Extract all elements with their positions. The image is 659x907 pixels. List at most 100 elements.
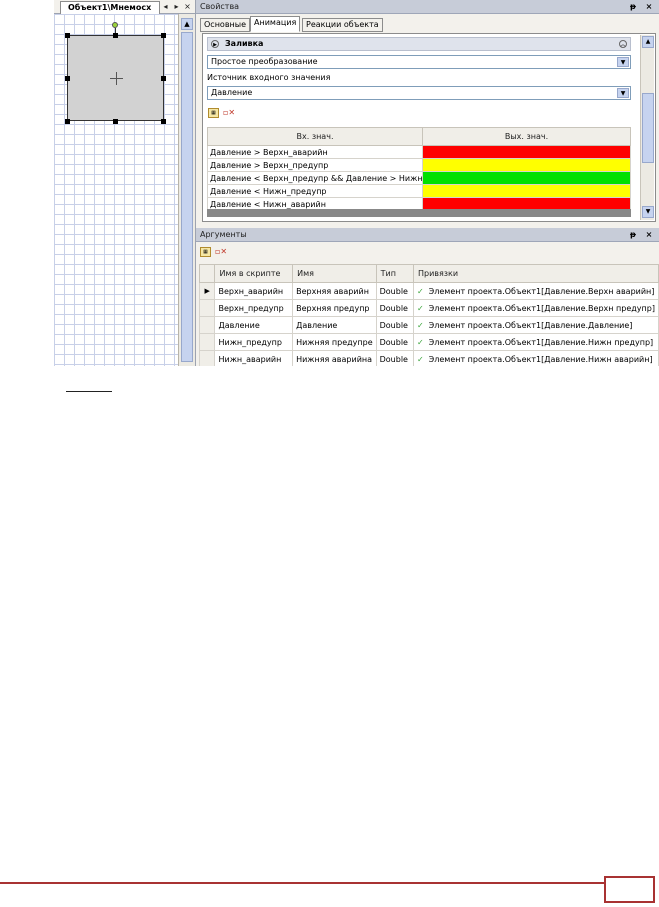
condition-cell[interactable]: Давление > Верхн_аварийн — [207, 145, 423, 159]
row-selector-header — [198, 264, 216, 283]
name-cell[interactable]: Нижняя аварийна — [292, 350, 377, 366]
animation-tab-body: ▶ Заливка ︽ Простое преобразование ▼ Ист… — [202, 33, 656, 222]
script-name-cell[interactable]: Верхн_аварийн — [214, 282, 294, 300]
name-cell[interactable]: Верхняя аварийн — [292, 282, 377, 300]
resize-handle[interactable] — [161, 76, 166, 81]
output-color-cell[interactable] — [422, 184, 631, 198]
condition-cell[interactable]: Давление > Верхн_предупр — [207, 158, 423, 172]
scrollbar-thumb[interactable] — [181, 32, 193, 362]
scrollbar-thumb[interactable] — [642, 93, 654, 163]
name-cell[interactable]: Давление — [292, 316, 377, 334]
row-selector[interactable] — [198, 299, 216, 317]
selected-rectangle-shape[interactable] — [67, 35, 164, 121]
add-argument-icon[interactable]: ▦ — [200, 247, 211, 257]
resize-handle[interactable] — [161, 119, 166, 124]
checkmark-icon: ✓ — [416, 320, 424, 330]
collapse-icon[interactable]: ︽ — [619, 40, 627, 48]
pin-icon[interactable]: ᵽ — [628, 1, 638, 13]
binding-text: Элемент проекта.Объект1[Давление.Нижн пр… — [428, 337, 654, 347]
document-tab[interactable]: Объект1\Мнемосх — [60, 1, 160, 14]
chevron-down-icon[interactable]: ▼ — [617, 88, 629, 98]
condition-cell[interactable]: Давление < Нижн_предупр — [207, 184, 423, 198]
app-screenshot: Объект1\Мнемосх ◂ ▸ × ▲ Свойства ᵽ × Осн… — [54, 0, 659, 366]
tab-object-reactions[interactable]: Реакции объекта — [302, 18, 383, 32]
transform-type-value: Простое преобразование — [211, 57, 318, 66]
condition-cell[interactable]: Давление < Верхн_предупр && Давление > Н… — [207, 171, 423, 185]
script-name-cell[interactable]: Верхн_предупр — [214, 299, 294, 317]
argument-row[interactable]: Нижн_предупр Нижняя предупре Double ✓ Элемен… — [198, 333, 659, 351]
col-header-name[interactable]: Имя — [292, 264, 377, 283]
table-horizontal-scrollbar[interactable] — [207, 209, 631, 217]
output-color-cell[interactable] — [422, 158, 631, 172]
delete-argument-icon[interactable]: ▫✕ — [215, 247, 227, 257]
name-cell[interactable]: Верхняя предупр — [292, 299, 377, 317]
properties-vertical-scrollbar[interactable]: ▲ ▼ — [640, 35, 654, 220]
tab-scroll-right-icon[interactable]: ▸ — [171, 1, 182, 13]
resize-handle[interactable] — [161, 33, 166, 38]
scroll-up-icon[interactable]: ▲ — [181, 18, 193, 30]
input-source-value: Давление — [211, 88, 253, 97]
name-cell[interactable]: Нижняя предупре — [292, 333, 377, 351]
binding-cell[interactable]: ✓ Элемент проекта.Объект1[Давление.Нижн п… — [412, 333, 659, 351]
resize-handle[interactable] — [65, 33, 70, 38]
scroll-up-icon[interactable]: ▲ — [642, 36, 654, 48]
designer-vertical-scrollbar[interactable]: ▲ — [178, 14, 195, 366]
tab-animation[interactable]: Анимация — [250, 16, 301, 32]
row-selector[interactable] — [198, 316, 216, 334]
type-cell[interactable]: Double — [375, 316, 414, 334]
argument-row[interactable]: ▶ Верхн_аварийн Верхняя аварийн Double ✓ Элем… — [198, 282, 659, 300]
pin-icon[interactable]: ᵽ — [628, 229, 638, 241]
checkmark-icon: ✓ — [416, 354, 424, 364]
type-cell[interactable]: Double — [375, 282, 414, 300]
animation-row[interactable]: Давление < Нижн_предупр — [207, 184, 631, 198]
col-header-script-name[interactable]: Имя в скрипте — [214, 264, 294, 283]
resize-handle[interactable] — [65, 119, 70, 124]
tab-basic[interactable]: Основные — [200, 18, 251, 32]
animation-row[interactable]: Давление < Верхн_предупр && Давление > Н… — [207, 171, 631, 185]
row-selector[interactable]: ▶ — [198, 282, 216, 300]
input-source-select[interactable]: Давление ▼ — [207, 86, 631, 100]
binding-text: Элемент проекта.Объект1[Давление.Верхн п… — [428, 303, 655, 313]
output-color-cell[interactable] — [422, 171, 631, 185]
resize-handle[interactable] — [113, 119, 118, 124]
argument-row[interactable]: Нижн_аварийн Нижняя аварийна Double ✓ Элемен… — [198, 350, 659, 366]
animation-row[interactable]: Давление > Верхн_аварийн — [207, 145, 631, 159]
col-header-bindings[interactable]: Привязки — [412, 264, 659, 283]
binding-cell[interactable]: ✓ Элемент проекта.Объект1[Давление.Верхн … — [412, 299, 659, 317]
delete-row-icon[interactable]: ▫✕ — [223, 108, 235, 118]
animation-row[interactable]: Давление > Верхн_предупр — [207, 158, 631, 172]
transform-type-select[interactable]: Простое преобразование ▼ — [207, 55, 631, 69]
type-cell[interactable]: Double — [375, 350, 414, 366]
resize-handle[interactable] — [113, 33, 118, 38]
properties-title: Свойства — [196, 0, 659, 14]
binding-cell[interactable]: ✓ Элемент проекта.Объект1[Давление.Давлен… — [412, 316, 659, 334]
arguments-panel: Аргументы ᵽ × ▦ ▫✕ Имя в скрипте Имя Тип… — [195, 228, 659, 366]
argument-row[interactable]: Давление Давление Double ✓ Элемент проекта.О… — [198, 316, 659, 334]
script-name-cell[interactable]: Нижн_предупр — [214, 333, 294, 351]
argument-row[interactable]: Верхн_предупр Верхняя предупр Double ✓ Элеме… — [198, 299, 659, 317]
fill-section-header[interactable]: ▶ Заливка ︽ — [207, 37, 631, 51]
row-selector[interactable] — [198, 333, 216, 351]
close-icon[interactable]: × — [644, 1, 654, 13]
row-selector[interactable] — [198, 350, 216, 366]
tab-close-icon[interactable]: × — [182, 1, 193, 13]
tab-scroll-left-icon[interactable]: ◂ — [160, 1, 171, 13]
scroll-down-icon[interactable]: ▼ — [642, 206, 654, 218]
binding-text: Элемент проекта.Объект1[Давление.Нижн ав… — [428, 354, 653, 364]
close-icon[interactable]: × — [644, 229, 654, 241]
binding-cell[interactable]: ✓ Элемент проекта.Объект1[Давление.Нижн а… — [412, 350, 659, 366]
col-header-input[interactable]: Вх. знач. — [207, 127, 423, 146]
page-number-box — [604, 876, 655, 903]
chevron-down-icon[interactable]: ▼ — [617, 57, 629, 67]
output-color-cell[interactable] — [422, 145, 631, 159]
add-row-icon[interactable]: ▦ — [208, 108, 219, 118]
arguments-table: Имя в скрипте Имя Тип Привязки ▶ Верхн_ав… — [198, 264, 659, 366]
script-name-cell[interactable]: Нижн_аварийн — [214, 350, 294, 366]
col-header-type[interactable]: Тип — [375, 264, 414, 283]
type-cell[interactable]: Double — [375, 299, 414, 317]
col-header-output[interactable]: Вых. знач. — [422, 127, 631, 146]
resize-handle[interactable] — [65, 76, 70, 81]
binding-cell[interactable]: ✓ Элемент проекта.Объект1[Давление.Верхн … — [412, 282, 659, 300]
type-cell[interactable]: Double — [375, 333, 414, 351]
script-name-cell[interactable]: Давление — [214, 316, 294, 334]
